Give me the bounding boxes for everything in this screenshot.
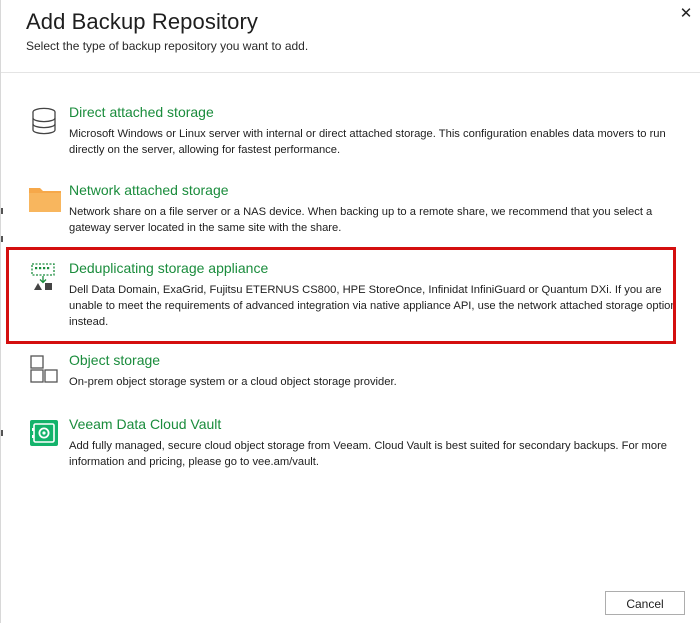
option-deduplicating-storage-appliance[interactable]: Deduplicating storage appliance Dell Dat… bbox=[25, 260, 677, 332]
add-backup-repository-dialog: Add Backup Repository Select the type of… bbox=[0, 0, 700, 623]
option-label: Veeam Data Cloud Vault bbox=[69, 416, 222, 432]
option-description: Network share on a file server or a NAS … bbox=[69, 206, 653, 234]
header-divider bbox=[1, 72, 700, 73]
option-label: Deduplicating storage appliance bbox=[69, 260, 269, 276]
option-veeam-data-cloud-vault[interactable]: Veeam Data Cloud Vault Add fully managed… bbox=[25, 416, 675, 472]
database-icon bbox=[32, 107, 56, 135]
option-description: On-prem object storage system or a cloud… bbox=[69, 376, 397, 388]
option-label: Object storage bbox=[69, 352, 161, 368]
folder-icon bbox=[29, 188, 61, 212]
option-object-storage[interactable]: Object storage On-prem object storage sy… bbox=[25, 352, 675, 392]
left-edge-mark bbox=[1, 236, 3, 242]
close-icon[interactable]: ✕ bbox=[678, 6, 694, 22]
option-description: Add fully managed, secure cloud object s… bbox=[69, 440, 668, 468]
option-description: Microsoft Windows or Linux server with i… bbox=[69, 128, 666, 156]
option-label: Direct attached storage bbox=[69, 104, 214, 120]
left-edge-mark bbox=[1, 208, 3, 214]
dialog-subtitle: Select the type of backup repository you… bbox=[26, 39, 309, 53]
option-description: Dell Data Domain, ExaGrid, Fujitsu ETERN… bbox=[69, 284, 677, 328]
cloud-vault-icon bbox=[30, 420, 58, 446]
cancel-button[interactable]: Cancel bbox=[605, 591, 685, 615]
option-network-attached-storage[interactable]: Network attached storage Network share o… bbox=[25, 182, 675, 238]
dedup-appliance-icon bbox=[31, 263, 55, 290]
left-edge-mark bbox=[1, 430, 3, 436]
dialog-title: Add Backup Repository bbox=[26, 9, 259, 34]
option-direct-attached-storage[interactable]: Direct attached storage Microsoft Window… bbox=[25, 104, 675, 160]
option-label: Network attached storage bbox=[69, 182, 229, 198]
object-storage-icon bbox=[30, 355, 58, 383]
